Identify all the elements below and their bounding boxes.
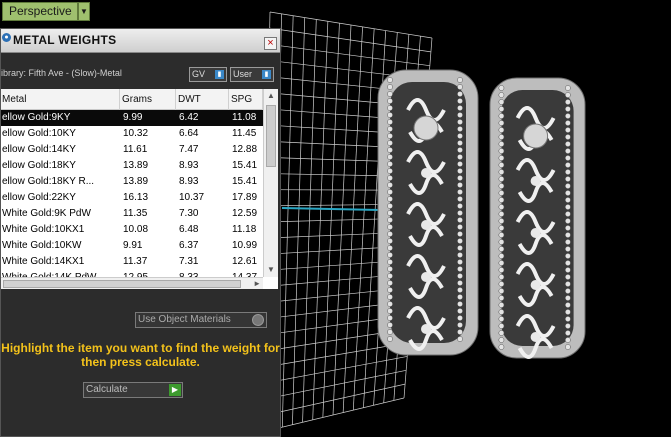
cell-grams: 13.89 bbox=[123, 176, 149, 187]
table-row[interactable]: White Gold:10KW 9.91 6.37 10.99 bbox=[1, 238, 263, 254]
cell-spg: 15.41 bbox=[232, 160, 258, 171]
calculate-label: Calculate bbox=[86, 384, 128, 395]
axis-line bbox=[281, 207, 381, 211]
table-row[interactable]: ellow Gold:9KY 9.99 6.42 11.08 bbox=[1, 110, 263, 126]
table-row[interactable]: ellow Gold:22KY 16.13 10.37 17.89 bbox=[1, 190, 263, 206]
scroll-down-icon[interactable]: ▼ bbox=[264, 263, 278, 277]
toggle-icon: ▮ bbox=[262, 70, 271, 79]
cell-metal: ellow Gold:18KY bbox=[2, 160, 76, 171]
cell-metal: White Gold:14KX1 bbox=[2, 256, 85, 267]
table-row[interactable]: White Gold:10KX1 10.08 6.48 11.18 bbox=[1, 222, 263, 238]
table-row[interactable]: ellow Gold:10KY 10.32 6.64 11.45 bbox=[1, 126, 263, 142]
gv-toggle[interactable]: GV ▮ bbox=[189, 67, 227, 82]
cell-metal: White Gold:9K PdW bbox=[2, 208, 91, 219]
cell-grams: 11.35 bbox=[123, 208, 148, 219]
cell-metal: White Gold:10KW bbox=[2, 240, 82, 251]
cell-grams: 16.13 bbox=[123, 192, 149, 203]
cell-spg: 10.99 bbox=[232, 240, 258, 251]
calculate-button[interactable]: Calculate ▶ bbox=[83, 382, 183, 398]
column-header-spg[interactable]: SPG bbox=[230, 89, 263, 110]
library-label: ibrary: Fifth Ave - (Slow)-Metal bbox=[1, 68, 122, 78]
cell-spg: 12.88 bbox=[232, 144, 258, 155]
info-icon: ● bbox=[2, 33, 11, 42]
cell-spg: 11.45 bbox=[232, 128, 257, 139]
cell-dwt: 6.37 bbox=[179, 240, 199, 251]
column-header-grams[interactable]: Grams bbox=[121, 89, 176, 110]
toggle-knob-icon bbox=[252, 314, 264, 326]
cell-metal: ellow Gold:22KY bbox=[2, 192, 76, 203]
use-object-materials-button[interactable]: Use Object Materials bbox=[135, 312, 267, 328]
cell-metal: ellow Gold:9KY bbox=[2, 112, 71, 123]
cell-metal: ellow Gold:14KY bbox=[2, 144, 76, 155]
cell-grams: 10.32 bbox=[123, 128, 149, 139]
cell-dwt: 6.48 bbox=[179, 224, 199, 235]
cell-dwt: 8.93 bbox=[179, 176, 199, 187]
toggle-icon: ▮ bbox=[215, 70, 224, 79]
horizontal-scroll-thumb[interactable] bbox=[3, 280, 241, 288]
horizontal-scrollbar[interactable]: ► bbox=[1, 277, 263, 289]
cell-spg: 15.41 bbox=[232, 176, 258, 187]
hint-text: Highlight the item you want to find the … bbox=[1, 341, 280, 369]
play-icon: ▶ bbox=[169, 384, 181, 396]
column-header-dwt[interactable]: DWT bbox=[177, 89, 229, 110]
user-toggle[interactable]: User ▮ bbox=[230, 67, 274, 82]
ring-left bbox=[377, 69, 479, 356]
table-row[interactable]: White Gold:9K PdW 11.35 7.30 12.59 bbox=[1, 206, 263, 222]
ring-right bbox=[489, 77, 586, 359]
cell-grams: 11.61 bbox=[123, 144, 148, 155]
cell-grams: 9.91 bbox=[123, 240, 143, 251]
cell-grams: 10.08 bbox=[123, 224, 149, 235]
table-row[interactable]: ellow Gold:14KY 11.61 7.47 12.88 bbox=[1, 142, 263, 158]
cell-dwt: 10.37 bbox=[179, 192, 205, 203]
cell-grams: 13.89 bbox=[123, 160, 149, 171]
panel-title: METAL WEIGHTS bbox=[13, 33, 117, 47]
column-header-metal[interactable]: Metal bbox=[1, 89, 120, 110]
cell-dwt: 7.47 bbox=[179, 144, 199, 155]
chevron-down-icon[interactable]: ▼ bbox=[78, 2, 90, 21]
table-row[interactable]: ellow Gold:18KY 13.89 8.93 15.41 bbox=[1, 158, 263, 174]
cell-grams: 11.37 bbox=[123, 256, 148, 267]
table-row[interactable]: ellow Gold:18KY R... 13.89 8.93 15.41 bbox=[1, 174, 263, 190]
panel-title-bar[interactable]: ● METAL WEIGHTS × bbox=[1, 29, 280, 53]
cell-grams: 9.99 bbox=[123, 112, 143, 123]
metal-weights-panel: ● METAL WEIGHTS × ibrary: Fifth Ave - (S… bbox=[0, 28, 281, 437]
cell-dwt: 7.31 bbox=[179, 256, 199, 267]
table-header: Metal Grams DWT SPG bbox=[1, 89, 263, 110]
cell-dwt: 8.93 bbox=[179, 160, 199, 171]
user-label: User bbox=[233, 69, 253, 79]
cell-spg: 12.61 bbox=[232, 256, 258, 267]
cell-spg: 12.59 bbox=[232, 208, 258, 219]
table-row[interactable]: White Gold:14KX1 11.37 7.31 12.61 bbox=[1, 254, 263, 270]
scroll-thumb[interactable] bbox=[266, 105, 276, 167]
cell-dwt: 6.64 bbox=[179, 128, 199, 139]
cell-spg: 11.08 bbox=[232, 112, 257, 123]
cell-spg: 11.18 bbox=[232, 224, 257, 235]
cell-metal: ellow Gold:10KY bbox=[2, 128, 76, 139]
perspective-view-tab[interactable]: Perspective bbox=[2, 2, 78, 21]
cell-dwt: 6.42 bbox=[179, 112, 199, 123]
gv-label: GV bbox=[192, 69, 206, 79]
cell-metal: ellow Gold:18KY R... bbox=[2, 176, 95, 187]
cell-metal: White Gold:10KX1 bbox=[2, 224, 85, 235]
close-icon[interactable]: × bbox=[264, 37, 277, 50]
scroll-right-icon[interactable]: ► bbox=[253, 278, 261, 289]
cell-spg: 17.89 bbox=[232, 192, 258, 203]
cell-dwt: 7.30 bbox=[179, 208, 199, 219]
vertical-scrollbar[interactable]: ▲ ▼ bbox=[263, 89, 278, 277]
metal-table: Metal Grams DWT SPG ellow Gold:9KY 9.99 6.… bbox=[1, 89, 278, 289]
scroll-up-icon[interactable]: ▲ bbox=[264, 89, 278, 103]
use-object-materials-label: Use Object Materials bbox=[138, 314, 231, 325]
